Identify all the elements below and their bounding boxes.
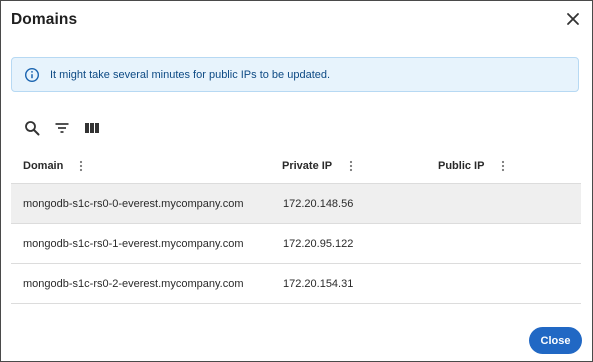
info-icon <box>24 67 40 83</box>
table-row[interactable]: mongodb-s1c-rs0-1-everest.mycompany.com … <box>11 224 581 264</box>
private-ip-cell: 172.20.154.31 <box>283 277 354 290</box>
info-alert: It might take several minutes for public… <box>11 57 579 92</box>
domain-cell: mongodb-s1c-rs0-2-everest.mycompany.com <box>23 277 244 290</box>
column-menu-icon[interactable] <box>75 160 87 172</box>
columns-icon[interactable] <box>83 119 101 137</box>
private-ip-cell: 172.20.148.56 <box>283 197 354 210</box>
close-icon[interactable] <box>563 9 583 29</box>
dialog-title: Domains <box>11 11 78 28</box>
domain-cell: mongodb-s1c-rs0-1-everest.mycompany.com <box>23 237 244 250</box>
close-button[interactable]: Close <box>529 327 582 354</box>
domains-dialog: Domains It might take several minutes fo… <box>0 0 593 362</box>
alert-message: It might take several minutes for public… <box>50 68 331 81</box>
column-menu-icon[interactable] <box>345 160 357 172</box>
private-ip-cell: 172.20.95.122 <box>283 237 354 250</box>
domains-table: Domain Private IP Public IP mongodb-s1c-… <box>11 149 581 304</box>
column-header-public-ip[interactable]: Public IP <box>438 149 484 183</box>
search-icon[interactable] <box>23 119 41 137</box>
column-header-private-ip[interactable]: Private IP <box>282 149 332 183</box>
table-row[interactable]: mongodb-s1c-rs0-2-everest.mycompany.com … <box>11 264 581 304</box>
column-menu-icon[interactable] <box>497 160 509 172</box>
table-row[interactable]: mongodb-s1c-rs0-0-everest.mycompany.com … <box>11 184 581 224</box>
filter-icon[interactable] <box>53 119 71 137</box>
domain-cell: mongodb-s1c-rs0-0-everest.mycompany.com <box>23 197 244 210</box>
table-toolbar <box>23 119 113 137</box>
table-header: Domain Private IP Public IP <box>11 149 581 184</box>
column-header-domain[interactable]: Domain <box>23 149 63 183</box>
